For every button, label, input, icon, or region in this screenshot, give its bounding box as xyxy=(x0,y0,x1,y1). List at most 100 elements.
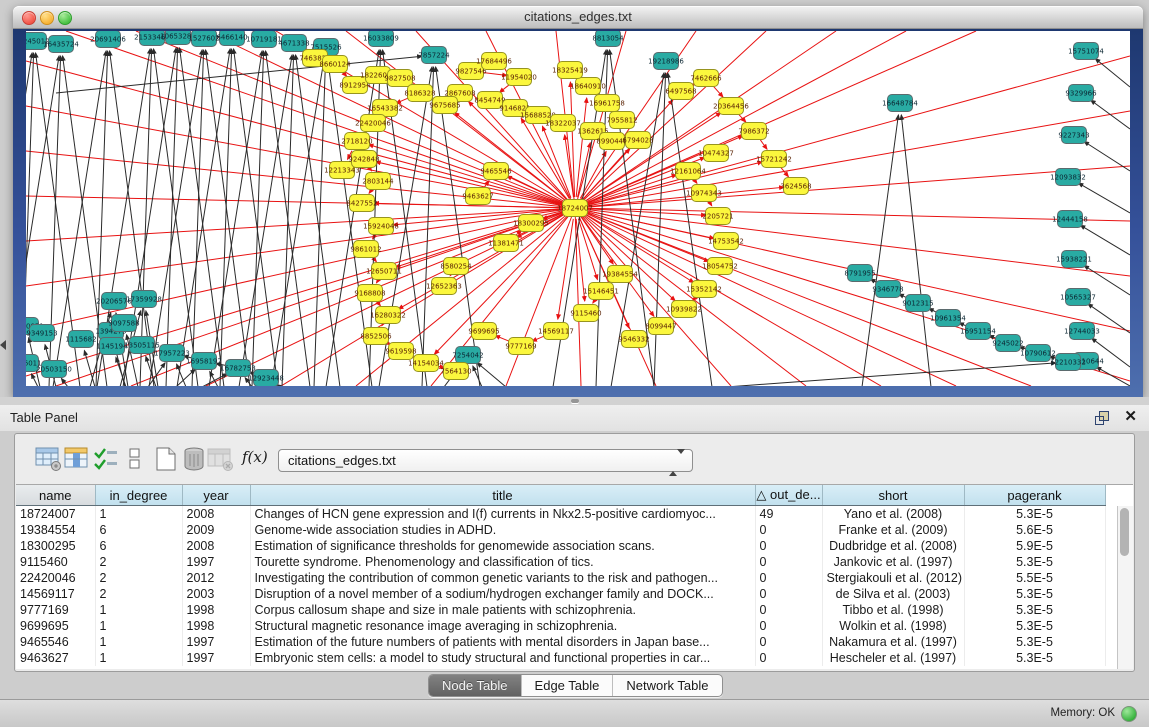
tab-edge-table[interactable]: Edge Table xyxy=(522,675,614,696)
graph-edge[interactable] xyxy=(1078,183,1130,213)
graph-edge[interactable] xyxy=(575,111,1130,208)
graph-node-label: 17684496 xyxy=(476,58,512,66)
column-header-pagerank[interactable]: pagerank xyxy=(964,485,1105,506)
tab-node-table[interactable]: Node Table xyxy=(429,675,522,696)
panel-divider[interactable] xyxy=(0,397,1149,405)
table-cell: 1997 xyxy=(182,650,250,666)
table-cell: 0 xyxy=(755,554,822,570)
table-row[interactable]: 977716911998Corpus callosum shape and si… xyxy=(16,602,1105,618)
select-columns-icon[interactable] xyxy=(93,446,121,472)
table-cell: 5.3E-5 xyxy=(964,618,1105,634)
column-header-year[interactable]: year xyxy=(182,485,250,506)
graph-node-label: 12650711 xyxy=(366,268,402,276)
graph-node-label: 8580254 xyxy=(440,263,472,271)
graph-edge[interactable] xyxy=(694,180,696,183)
graph-node-label: 15721242 xyxy=(756,156,792,164)
delete-attribute-icon[interactable] xyxy=(181,446,209,472)
table-toolbar: f(x) citations_edges.txt xyxy=(15,434,1134,482)
graph-node-label: 16435724 xyxy=(43,41,79,49)
function-builder-icon[interactable]: f(x) xyxy=(242,448,268,466)
table-cell: 0 xyxy=(755,634,822,650)
table-cell: Wolkin et al. (1998) xyxy=(822,618,964,634)
graph-node-label: 19384554 xyxy=(602,271,638,279)
graph-edge[interactable] xyxy=(234,49,278,386)
table-cell: 2012 xyxy=(182,570,250,586)
table-row[interactable]: 946554611997Estimation of the future num… xyxy=(16,634,1105,650)
graph-edge[interactable] xyxy=(726,363,1056,386)
graph-edge[interactable] xyxy=(862,115,898,386)
new-table-icon[interactable] xyxy=(153,446,181,472)
float-panel-icon[interactable] xyxy=(1095,411,1109,424)
graph-edge[interactable] xyxy=(370,168,372,171)
network-canvas[interactable]: 9245012164357242069140621533467106532871… xyxy=(26,31,1130,386)
column-header-in_degree[interactable]: in_degree xyxy=(95,485,182,506)
graph-node-label: 9619598 xyxy=(385,348,416,356)
collapse-panel-icon[interactable] xyxy=(0,340,6,350)
column-header-out_de[interactable]: △ out_de... xyxy=(755,485,822,506)
graph-node-label: 9227343 xyxy=(1058,132,1089,140)
close-panel-icon[interactable]: ✕ xyxy=(1124,408,1137,426)
table-row[interactable]: 1872400712008Changes of HCN gene express… xyxy=(16,506,1105,523)
table-cell: 5.6E-5 xyxy=(964,522,1105,538)
graph-node-label: 12652363 xyxy=(426,283,462,291)
graph-node-label: 8099447 xyxy=(645,323,676,331)
graph-edge[interactable] xyxy=(738,114,745,122)
graph-edge[interactable] xyxy=(26,61,575,208)
table-scrollbar-thumb[interactable] xyxy=(1120,508,1129,556)
table-scrollbar[interactable] xyxy=(1117,506,1133,669)
graph-edge[interactable] xyxy=(710,202,712,205)
graph-edge[interactable] xyxy=(206,50,250,386)
divider-grip-icon[interactable] xyxy=(571,399,579,403)
memory-status-icon[interactable] xyxy=(1121,706,1137,722)
table-cell: 0 xyxy=(755,618,822,634)
table-cell: Tourette syndrome. Phenomenology and cla… xyxy=(250,554,755,570)
graph-node-label: 11381471 xyxy=(488,240,524,248)
graph-edge[interactable] xyxy=(1080,225,1130,255)
delete-table-icon[interactable] xyxy=(207,446,235,472)
table-cell: Genome-wide association studies in ADHD. xyxy=(250,522,755,538)
graph-edge[interactable] xyxy=(1096,367,1130,386)
table-row[interactable]: 1938455462009Genome-wide association stu… xyxy=(16,522,1105,538)
table-cell: 9465546 xyxy=(16,634,95,650)
tab-network-table[interactable]: Network Table xyxy=(613,675,721,696)
graph-edge[interactable] xyxy=(1084,265,1130,295)
table-row[interactable]: 1456911722003Disruption of a novel membe… xyxy=(16,586,1105,602)
graph-edge[interactable] xyxy=(713,86,723,97)
graph-node-label: 16033809 xyxy=(363,35,399,43)
table-source-dropdown[interactable]: citations_edges.txt xyxy=(278,449,693,472)
graph-edge[interactable] xyxy=(760,140,767,149)
graph-node-label: 15924048 xyxy=(363,223,399,231)
graph-edge[interactable] xyxy=(382,325,383,326)
table-row[interactable]: 911546021997Tourette syndrome. Phenomeno… xyxy=(16,554,1105,570)
graph-edge[interactable] xyxy=(575,208,1130,221)
graph-edge[interactable] xyxy=(585,175,676,205)
column-header-name[interactable]: name xyxy=(16,485,95,506)
graph-edge[interactable] xyxy=(575,56,1130,208)
table-row[interactable]: 1830029562008Estimation of significance … xyxy=(16,538,1105,554)
graph-edge[interactable] xyxy=(593,300,595,303)
graph-edge[interactable] xyxy=(565,135,574,197)
table-row[interactable]: 946362711997Embryonic stem cells: a mode… xyxy=(16,650,1105,666)
table-cell: 1 xyxy=(95,506,182,523)
table-row[interactable]: 2242004622012Investigating the contribut… xyxy=(16,570,1105,586)
table-settings-icon[interactable] xyxy=(35,446,63,472)
graph-edge[interactable] xyxy=(477,363,506,386)
graph-edge[interactable] xyxy=(901,115,931,386)
graph-node-label: 15146451 xyxy=(583,288,619,296)
table-row[interactable]: 969969511998Structural magnetic resonanc… xyxy=(16,618,1105,634)
window-titlebar[interactable]: citations_edges.txt xyxy=(13,6,1143,29)
graph-node-label: 8791955 xyxy=(844,270,875,278)
column-header-short[interactable]: short xyxy=(822,485,964,506)
network-graph[interactable]: 9245012164357242069140621533467106532871… xyxy=(26,31,1130,386)
graph-edge[interactable] xyxy=(1084,141,1130,171)
table-cell: 9777169 xyxy=(16,602,95,618)
graph-edge[interactable] xyxy=(1091,100,1130,129)
graph-node-label: 12161064 xyxy=(670,168,706,176)
graph-node-label: 9861012 xyxy=(350,246,381,254)
graph-edge[interactable] xyxy=(369,190,371,193)
graph-edge[interactable] xyxy=(376,280,378,283)
table-column-icon[interactable] xyxy=(64,446,92,472)
row-height-icon[interactable] xyxy=(127,446,155,472)
graph-edge[interactable] xyxy=(1095,59,1130,87)
column-header-title[interactable]: title xyxy=(250,485,755,506)
